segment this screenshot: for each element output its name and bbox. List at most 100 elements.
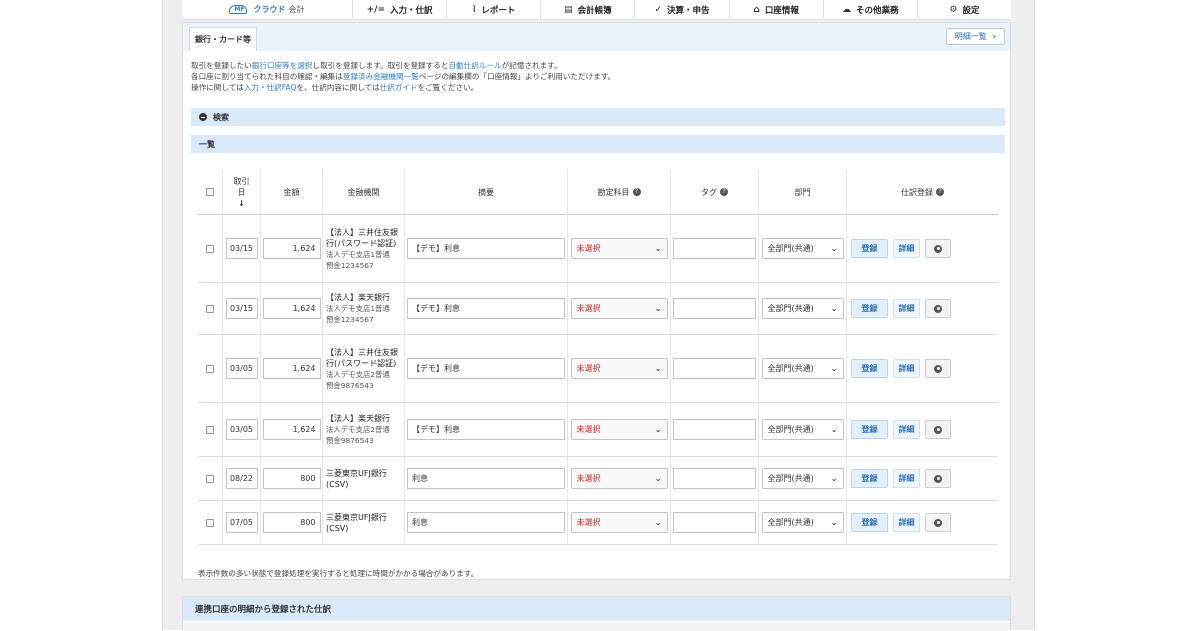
summary-input[interactable]: 利息 <box>407 468 565 489</box>
tag-input[interactable] <box>673 419 756 440</box>
sort-down-icon: ↓ <box>238 198 245 208</box>
account-cell: 未選択 ⌄ <box>567 457 670 500</box>
account-value: 未選択 <box>576 474 601 483</box>
row-checkbox[interactable] <box>206 474 214 483</box>
options-button[interactable] <box>925 299 951 318</box>
account-select[interactable]: 未選択 ⌄ <box>570 468 668 489</box>
account-select[interactable]: 未選択 ⌄ <box>570 238 668 259</box>
logo-text: クラウド <box>253 5 286 14</box>
nav-report[interactable]: ⌇ レポート <box>446 0 540 20</box>
performance-note: 表示件数の多い状態で登録処理を実行すると処理に時間がかかる場合があります。 <box>198 569 479 578</box>
bank-info: 【法人】楽天銀行 法人デモ支店2普通 預金9876543 <box>323 413 390 446</box>
date-input[interactable]: 07/05 <box>225 512 258 533</box>
account-select[interactable]: 未選択 ⌄ <box>570 419 668 440</box>
row-checkbox[interactable] <box>206 364 214 373</box>
detail-button[interactable]: 詳細 <box>893 299 920 318</box>
register-button[interactable]: 登録 <box>851 359 888 378</box>
options-button[interactable] <box>925 513 951 532</box>
table-row: 03/05 1,624 【法人】楽天銀行 法人デモ支店2普通 預金9876543 【デモ】… <box>198 403 998 457</box>
help-icon[interactable]: ? <box>632 188 641 196</box>
options-button[interactable] <box>925 469 951 488</box>
register-button[interactable]: 登録 <box>851 420 888 439</box>
options-button[interactable] <box>925 420 951 439</box>
linked-entries-header[interactable]: 連携口座の明細から登録された仕訳 <box>183 597 1010 621</box>
detail-button[interactable]: 詳細 <box>893 420 920 439</box>
search-toggle[interactable]: 検索 <box>191 108 1005 126</box>
row-checkbox[interactable] <box>206 304 214 313</box>
dept-cell: 全部門(共通) ⌄ <box>758 215 846 282</box>
dept-select[interactable]: 全部門(共通) ⌄ <box>761 358 844 379</box>
row-checkbox[interactable] <box>206 425 214 434</box>
amount-input[interactable]: 1,624 <box>262 238 321 259</box>
register-cell: 登録 詳細 <box>846 283 998 334</box>
summary-input[interactable]: 【デモ】利息 <box>407 298 565 319</box>
select-all-checkbox[interactable] <box>206 188 214 196</box>
register-button[interactable]: 登録 <box>851 469 888 488</box>
options-button[interactable] <box>925 359 951 378</box>
dept-select[interactable]: 全部門(共通) ⌄ <box>761 298 844 319</box>
date-input[interactable]: 03/05 <box>225 358 258 379</box>
row-select-cell <box>198 501 222 544</box>
amount-input[interactable]: 1,624 <box>262 298 321 319</box>
row-checkbox[interactable] <box>206 518 214 527</box>
row-checkbox[interactable] <box>206 244 214 253</box>
summary-input[interactable]: 利息 <box>407 512 565 533</box>
date-input[interactable]: 03/15 <box>225 238 258 259</box>
header-date[interactable]: 取引日 ↓ <box>222 169 260 215</box>
faq-link[interactable]: 入力・仕訳FAQ <box>244 83 297 92</box>
tag-input[interactable] <box>673 512 756 533</box>
date-input[interactable]: 08/22 <box>225 468 258 489</box>
detail-button[interactable]: 詳細 <box>893 359 920 378</box>
summary-input[interactable]: 【デモ】利息 <box>407 238 565 259</box>
tag-input[interactable] <box>673 238 756 259</box>
dept-cell: 全部門(共通) ⌄ <box>758 501 846 544</box>
date-input[interactable]: 03/05 <box>225 419 258 440</box>
summary-input[interactable]: 【デモ】利息 <box>407 419 565 440</box>
auto-rule-link[interactable]: 自動仕訳ルール <box>448 61 501 70</box>
detail-button[interactable]: 詳細 <box>893 239 920 258</box>
tag-input[interactable] <box>673 468 756 489</box>
nav-accounts[interactable]: ⌂ 口座情報 <box>728 0 823 20</box>
nav-ledger[interactable]: ▤ 会計帳簿 <box>540 0 634 20</box>
options-button[interactable] <box>925 239 951 258</box>
summary-cell: 【デモ】利息 <box>404 283 567 334</box>
detail-button[interactable]: 詳細 <box>893 469 920 488</box>
register-button[interactable]: 登録 <box>851 299 888 318</box>
dept-select[interactable]: 全部門(共通) ⌄ <box>761 468 844 489</box>
register-button[interactable]: 登録 <box>851 513 888 532</box>
header-account-label: 勘定科目 <box>597 187 630 197</box>
nav-entry[interactable]: +/= 入力・仕訳 <box>352 0 446 20</box>
amount-input[interactable]: 800 <box>262 468 321 489</box>
tag-input[interactable] <box>673 298 756 319</box>
summary-input[interactable]: 【デモ】利息 <box>407 358 565 379</box>
account-select[interactable]: 未選択 ⌄ <box>570 298 668 319</box>
account-select[interactable]: 未選択 ⌄ <box>570 358 668 379</box>
statements-list-button[interactable]: 明細一覧 › <box>945 28 1005 45</box>
nav-settings[interactable]: ⚙ 設定 <box>916 0 1011 20</box>
amount-input[interactable]: 800 <box>262 512 321 533</box>
account-select[interactable]: 未選択 ⌄ <box>570 512 668 533</box>
gear-icon <box>934 304 942 313</box>
help-icon[interactable]: ? <box>936 188 944 196</box>
dept-select[interactable]: 全部門(共通) ⌄ <box>761 419 844 440</box>
nav-closing[interactable]: ✓ 決算・申告 <box>634 0 728 20</box>
amount-input[interactable]: 1,624 <box>262 419 321 440</box>
app-logo[interactable]: MF クラウド 会計 <box>182 4 352 15</box>
tab-bank-card[interactable]: 銀行・カード等 <box>189 27 257 51</box>
nav-other[interactable]: ☁ その他業務 <box>822 0 917 20</box>
detail-button[interactable]: 詳細 <box>893 513 920 532</box>
bank-info: 三菱東京UFJ銀行(CSV) <box>323 512 404 534</box>
tag-cell <box>670 457 758 500</box>
dept-select[interactable]: 全部門(共通) ⌄ <box>761 238 844 259</box>
date-input[interactable]: 03/15 <box>225 298 258 319</box>
table-row: 03/15 1,624 【法人】楽天銀行 法人デモ支店1普通 預金1234567 【デモ】… <box>198 283 998 335</box>
amount-input[interactable]: 1,624 <box>262 358 321 379</box>
guide-link[interactable]: 仕訳ガイド <box>380 83 418 92</box>
account-cell: 未選択 ⌄ <box>567 335 670 402</box>
register-button[interactable]: 登録 <box>851 239 888 258</box>
help-icon[interactable]: ? <box>720 188 728 196</box>
registered-banks-link[interactable]: 登録済み金融機関一覧 <box>343 72 419 81</box>
tag-input[interactable] <box>673 358 756 379</box>
select-account-link[interactable]: 銀行口座等を選択 <box>252 61 313 70</box>
dept-select[interactable]: 全部門(共通) ⌄ <box>761 512 844 533</box>
